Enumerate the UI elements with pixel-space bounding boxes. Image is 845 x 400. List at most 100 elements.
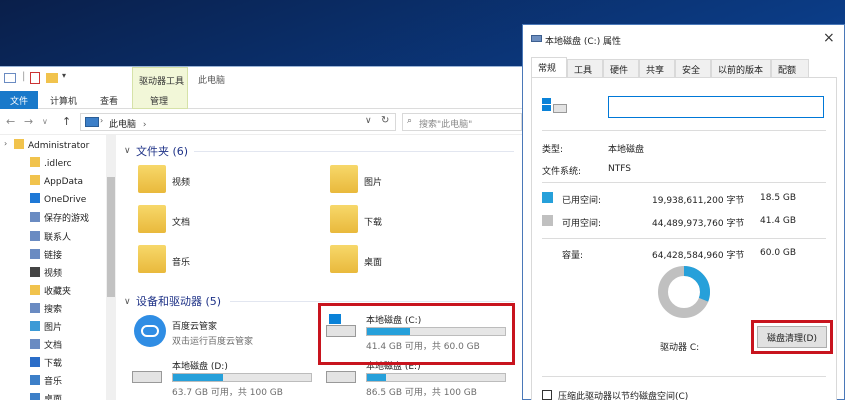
expand-chevron-icon[interactable]: › [4,139,7,148]
documents-folder-icon[interactable] [138,205,166,233]
drive-name[interactable]: 本地磁盘 (D:) [172,359,228,372]
capacity-bytes: 64,428,584,960 字节 [652,251,745,261]
filesystem-value: NTFS [608,164,631,174]
properties-icon[interactable] [30,72,40,84]
nav-item[interactable]: 下载 [30,356,62,372]
compress-checkbox[interactable] [542,390,552,400]
address-bar[interactable]: › 此电脑 › ∨ ↻ [80,113,396,131]
dialog-title-bar: 本地磁盘 (C:) 属性 × [523,25,844,53]
collapse-chevron-icon[interactable]: ∨ [124,297,131,307]
hard-drive-icon[interactable] [132,371,162,383]
dialog-tab[interactable]: 硬件 [603,59,639,77]
nav-item[interactable]: 文档 [30,338,62,354]
nav-item-label: 联系人 [44,232,72,243]
refresh-icon[interactable]: ↻ [381,115,389,126]
nav-item[interactable]: 链接 [30,248,62,264]
videos-folder-icon[interactable] [138,165,166,193]
user-icon [14,139,24,149]
used-space-gb: 18.5 GB [760,193,797,203]
new-folder-icon[interactable] [46,73,58,83]
folder-label[interactable]: 音乐 [172,255,190,268]
disk-shape [553,104,567,113]
drive-usage-fill [173,374,223,381]
nav-item-label: 保存的游戏 [44,214,90,225]
nav-item[interactable]: AppData [30,175,83,191]
devices-group-header[interactable]: 设备和驱动器 (5) [136,293,221,309]
nav-item[interactable]: 收藏夹 [30,284,71,300]
folders-group-header[interactable]: 文件夹 (6) [136,143,188,159]
nav-item[interactable]: 桌面 [30,392,62,400]
folder-label[interactable]: 文档 [172,215,190,228]
tab-manage[interactable]: 管理 [150,94,168,107]
address-text: 此电脑 [109,120,137,130]
tab-computer[interactable]: 计算机 [50,94,77,107]
nav-item-label: .idlerc [44,159,72,170]
cloud-icon-shape [141,325,159,337]
nav-item[interactable]: 视频 [30,266,62,282]
folder-icon [30,193,40,204]
folder-icon [30,266,40,277]
nav-item[interactable]: 搜索 [30,302,62,318]
baidu-cloud-icon[interactable] [134,315,166,347]
hard-drive-icon[interactable] [326,371,356,383]
dialog-tab[interactable]: 共享 [639,59,675,77]
ribbon-tabs [0,91,522,109]
folder-label[interactable]: 视频 [172,175,190,188]
drive-tools-context-tab: 驱动器工具 [132,67,188,91]
window-icon [4,73,16,83]
folder-label[interactable]: 下载 [364,215,382,228]
dialog-tab[interactable]: 安全 [675,59,711,77]
nav-item-label: 收藏夹 [44,286,72,297]
close-icon[interactable]: × [823,30,835,46]
file-explorer-window: | ▾ 驱动器工具 此电脑 文件 计算机 查看 管理 ← → ∨ ↑ › 此电脑… [0,66,522,400]
nav-item-label: 音乐 [44,377,63,388]
compress-label[interactable]: 压缩此驱动器以节约磁盘空间(C) [558,389,688,400]
nav-item[interactable]: 图片 [30,320,62,336]
tab-view[interactable]: 查看 [100,94,118,107]
search-placeholder: 搜索"此电脑" [419,120,473,130]
folder-label[interactable]: 图片 [364,175,382,188]
address-dropdown-icon[interactable]: ∨ [365,116,372,126]
nav-item[interactable]: › Administrator [4,139,90,155]
pictures-folder-icon[interactable] [330,165,358,193]
drive-name-input[interactable] [608,96,824,118]
dialog-tab[interactable]: 常规 [531,57,567,77]
folder-label[interactable]: 桌面 [364,255,382,268]
type-label: 类型: [542,145,564,155]
back-icon[interactable]: ← [6,115,15,128]
nav-item[interactable]: .idlerc [30,157,72,173]
free-space-swatch [542,215,553,226]
divider [542,130,826,131]
downloads-folder-icon[interactable] [330,205,358,233]
nav-item-label: 图片 [44,323,63,333]
win-logo-part [542,98,551,104]
drive-free-text: 63.7 GB 可用，共 100 GB [172,388,283,398]
up-icon[interactable]: ↑ [62,115,71,128]
collapse-chevron-icon[interactable]: ∨ [124,146,131,156]
nav-item-label: 下载 [44,359,63,370]
nav-item[interactable]: 联系人 [30,230,71,246]
breadcrumb-chevron-icon: › [142,120,147,130]
forward-icon[interactable]: → [24,115,33,128]
customize-qat-icon[interactable]: ▾ [62,71,66,80]
nav-item[interactable]: 音乐 [30,374,62,390]
dialog-tab[interactable]: 以前的版本 [711,59,771,77]
recent-locations-icon[interactable]: ∨ [42,117,48,126]
nav-item-label: 搜索 [44,304,63,315]
disk-cleanup-button[interactable]: 磁盘清理(D) [757,326,827,348]
music-folder-icon[interactable] [138,245,166,273]
nav-item-label: Administrator [28,141,90,151]
dialog-tab[interactable]: 工具 [567,59,603,77]
nav-scroll-thumb[interactable] [107,177,115,297]
drive-icon [531,35,542,42]
nav-item-label: AppData [44,177,84,188]
search-box[interactable]: ⌕ 搜索"此电脑" [402,113,522,131]
dialog-tab[interactable]: 配额 [771,59,809,77]
baidu-cloud-name[interactable]: 百度云管家 [172,319,217,332]
tab-file[interactable]: 文件 [0,91,38,109]
dialog-title: 本地磁盘 (C:) 属性 [545,37,622,47]
nav-item[interactable]: 保存的游戏 [30,211,89,227]
nav-item[interactable]: OneDrive [30,193,86,209]
desktop-folder-icon[interactable] [330,245,358,273]
drive-usage-bar [172,373,312,382]
